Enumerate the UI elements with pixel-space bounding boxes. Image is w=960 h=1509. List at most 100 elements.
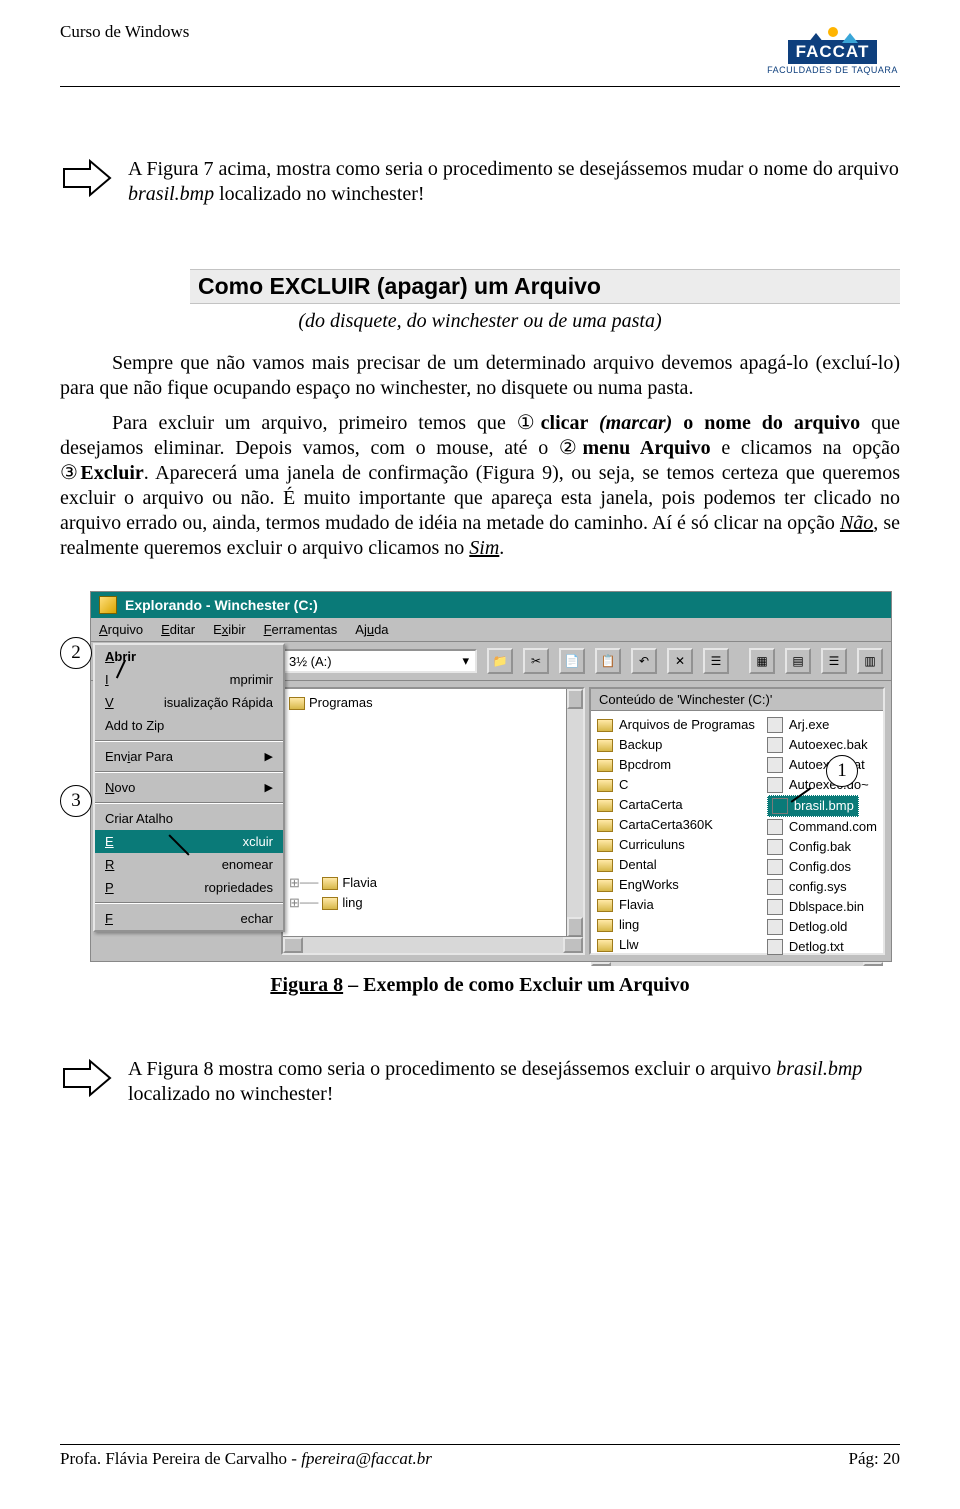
circled-two-icon: ② [559,437,583,459]
list-item[interactable]: Autoexec.bak [767,735,877,755]
note2-it: brasil.bmp [776,1058,862,1080]
folder-icon [322,877,338,890]
logo-wing-icon [808,33,824,43]
footer-left: Profa. Flávia Pereira de Carvalho - fper… [60,1449,432,1469]
dropdown-propriedades[interactable]: Propriedades [95,876,283,899]
undo-button[interactable]: ↶ [631,648,657,674]
horizontal-scrollbar[interactable] [283,936,583,953]
submenu-arrow-icon: ▶ [265,781,273,794]
dropdown-renomear[interactable]: Renomear [95,853,283,876]
file-icon [767,757,783,773]
dropdown-excluir[interactable]: Excluir [95,830,283,853]
arquivo-dropdown: Abrir Imprimir Visualização Rápida Add t… [93,643,285,932]
list-item[interactable]: Backup [597,735,755,755]
up-folder-button[interactable]: 📁 [487,648,513,674]
list-item[interactable]: Dental [597,855,755,875]
list-item[interactable]: Bpcdrom [597,755,755,775]
list-item[interactable]: ling [597,915,755,935]
drive-selected: 3½ (A:) [289,654,332,669]
menu-ajuda[interactable]: Ajuda [355,622,388,637]
list-item[interactable]: Arj.exe [767,715,877,735]
list-item[interactable]: Curriculuns [597,835,755,855]
list-item[interactable]: Arquivos de Programas [597,715,755,735]
list-item[interactable]: Autoexec.bat [767,755,877,775]
scroll-up-icon[interactable] [567,689,583,709]
p2-d: menu Arquivo [583,437,711,459]
small-icons-button[interactable]: ▤ [785,648,811,674]
list-item[interactable]: CartaCerta360K [597,815,755,835]
folder-icon [597,719,613,732]
file-icon [767,859,783,875]
list-item[interactable]: Dblspace.bin [767,897,877,917]
folder-icon [597,819,613,832]
list-item[interactable]: Flavia [597,895,755,915]
dropdown-novo[interactable]: Novo▶ [95,776,283,799]
tree-item[interactable]: Programas [289,693,583,713]
list-item[interactable]: Config.dos [767,857,877,877]
list-item[interactable]: C [597,775,755,795]
list-item[interactable]: Llw [597,935,755,955]
chevron-down-icon: ▾ [462,653,469,669]
content-col-folders: Arquivos de Programas Backup Bpcdrom C C… [591,711,761,961]
dropdown-criar-atalho[interactable]: Criar Atalho [95,807,283,830]
menu-editar[interactable]: Editar [161,622,195,637]
folder-icon [597,759,613,772]
note1-a: A Figura 7 acima, mostra como seria o pr… [128,158,899,180]
folder-icon [597,879,613,892]
file-icon [767,819,783,835]
delete-button[interactable]: ✕ [667,648,693,674]
list-item[interactable]: Command.com [767,817,877,837]
dropdown-zip[interactable]: Add to Zip [95,714,283,737]
note2-b: localizado no winchester! [128,1083,333,1105]
window-title: Explorando - Winchester (C:) [125,597,318,613]
folder-icon [597,739,613,752]
folder-icon [322,897,338,910]
circled-one-icon: ① [517,412,541,434]
badge-1: 1 [826,755,858,787]
paste-button[interactable]: 📋 [595,648,621,674]
list-item[interactable]: Autoexec.do~ [767,775,877,795]
file-icon [772,798,788,814]
dropdown-enviar[interactable]: Enviar Para▶ [95,745,283,768]
large-icons-button[interactable]: ▦ [749,648,775,674]
note1-b: localizado no winchester! [214,183,424,205]
cut-button[interactable]: ✂ [523,648,549,674]
dropdown-fechar[interactable]: Fechar [95,907,283,930]
copy-button[interactable]: 📄 [559,648,585,674]
drive-selector[interactable]: 3½ (A:) ▾ [281,649,477,673]
list-item-selected[interactable]: brasil.bmp [767,795,877,817]
vertical-scrollbar[interactable] [566,689,583,937]
note-1: A Figura 7 acima, mostra como seria o pr… [128,157,900,207]
p2-f: Excluir [80,462,143,484]
content-col-files: Arj.exe Autoexec.bak Autoexec.bat Autoex… [761,711,883,961]
dropdown-imprimir[interactable]: Imprimir [95,668,283,691]
properties-button[interactable]: ☰ [703,648,729,674]
file-icon [767,777,783,793]
tree-label[interactable]: Flavia [342,873,377,893]
p2-b1: clicar [541,412,599,434]
menu-arquivo[interactable]: AArquivorquivo [99,622,143,637]
footer-divider [60,1444,900,1445]
horizontal-scrollbar[interactable] [591,961,883,966]
scroll-down-icon[interactable] [567,917,583,937]
menu-exibir[interactable]: Exibir [213,622,246,637]
list-item[interactable]: CartaCerta [597,795,755,815]
list-item[interactable]: EngWorks [597,875,755,895]
dropdown-visualizacao[interactable]: Visualização Rápida [95,691,283,714]
circled-three-icon: ③ [60,462,80,484]
list-item[interactable]: Config.bak [767,837,877,857]
list-item[interactable]: Detlog.txt [767,937,877,957]
menu-ferramentas[interactable]: Ferramentas [264,622,338,637]
file-icon [767,737,783,753]
list-button[interactable]: ☰ [821,648,847,674]
folder-tree-pane[interactable]: Programas ⊞──Flavia ⊞──ling [281,687,585,955]
folder-icon [597,899,613,912]
tree-label[interactable]: ling [342,893,362,913]
badge-3: 3 [60,785,92,817]
window-titlebar[interactable]: Explorando - Winchester (C:) [91,592,891,618]
list-item[interactable]: config.sys [767,877,877,897]
details-button[interactable]: ▥ [857,648,883,674]
list-item[interactable]: Detlog.old [767,917,877,937]
dropdown-separator [95,740,283,742]
folder-icon [597,799,613,812]
